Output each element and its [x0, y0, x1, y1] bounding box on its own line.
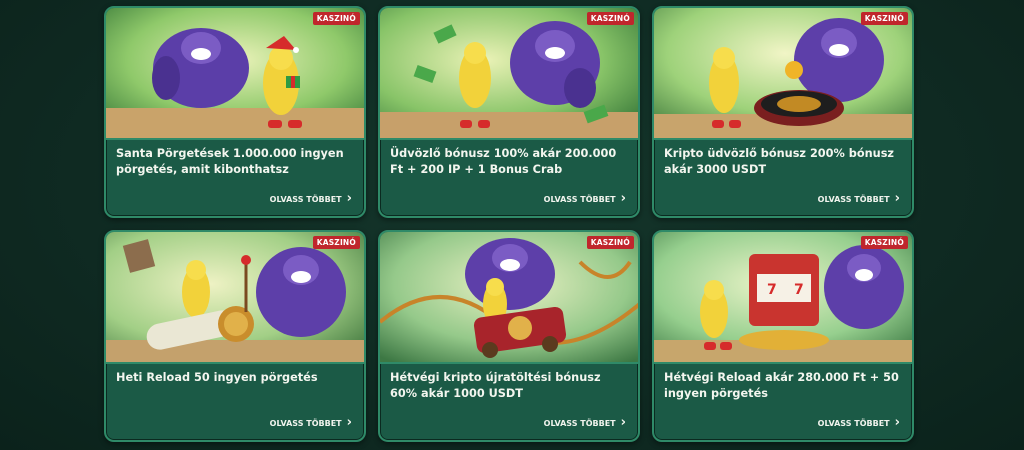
- promo-grid: KASZINÓ Santa Pörgetések 1.000.000 ingye…: [0, 0, 1024, 450]
- read-more-link[interactable]: OLVASS TÖBBET ›: [817, 191, 900, 206]
- promo-image[interactable]: KASZINÓ: [106, 8, 364, 140]
- promo-title: Santa Pörgetések 1.000.000 ingyen pörget…: [116, 147, 344, 176]
- chevron-right-icon: ›: [346, 191, 352, 206]
- chevron-right-icon: ›: [620, 415, 626, 430]
- promo-illustration: 7 7: [654, 232, 912, 362]
- casino-badge: KASZINÓ: [860, 12, 908, 25]
- promo-title: Üdvözlő bónusz 100% akár 200.000 Ft + 20…: [390, 147, 617, 176]
- read-more-label: OLVASS TÖBBET: [269, 194, 342, 204]
- casino-badge: KASZINÓ: [586, 12, 634, 25]
- promo-title: Kripto üdvözlő bónusz 200% bónusz akár 3…: [664, 147, 895, 176]
- promo-illustration: [380, 8, 638, 138]
- casino-badge: KASZINÓ: [312, 12, 360, 25]
- chevron-right-icon: ›: [620, 191, 626, 206]
- read-more-label: OLVASS TÖBBET: [817, 194, 890, 204]
- svg-text:7: 7: [767, 282, 777, 298]
- promo-illustration: [654, 8, 912, 138]
- promo-image[interactable]: 7 7 KASZINÓ: [654, 232, 912, 364]
- svg-text:7: 7: [794, 282, 804, 298]
- promo-illustration: [380, 232, 638, 362]
- promo-card[interactable]: KASZINÓ Hétvégi kripto újratöltési bónus…: [378, 230, 640, 442]
- promo-image[interactable]: KASZINÓ: [380, 232, 638, 364]
- promo-illustration: [106, 232, 364, 362]
- read-more-link[interactable]: OLVASS TÖBBET ›: [543, 191, 626, 206]
- chevron-right-icon: ›: [346, 415, 352, 430]
- promo-image[interactable]: KASZINÓ: [380, 8, 638, 140]
- chevron-right-icon: ›: [894, 415, 900, 430]
- promo-illustration: [106, 8, 364, 138]
- read-more-label: OLVASS TÖBBET: [269, 418, 342, 428]
- read-more-label: OLVASS TÖBBET: [543, 194, 616, 204]
- read-more-link[interactable]: OLVASS TÖBBET ›: [269, 191, 352, 206]
- promo-image[interactable]: KASZINÓ: [106, 232, 364, 364]
- chevron-right-icon: ›: [894, 191, 900, 206]
- promo-image[interactable]: KASZINÓ: [654, 8, 912, 140]
- promo-card[interactable]: KASZINÓ Santa Pörgetések 1.000.000 ingye…: [104, 6, 366, 218]
- promo-card[interactable]: KASZINÓ Heti Reload 50 ingyen pörgetés O…: [104, 230, 366, 442]
- read-more-label: OLVASS TÖBBET: [817, 418, 890, 428]
- read-more-link[interactable]: OLVASS TÖBBET ›: [817, 415, 900, 430]
- casino-badge: KASZINÓ: [586, 236, 634, 249]
- promo-title: Hétvégi kripto újratöltési bónusz 60% ak…: [390, 371, 601, 400]
- read-more-link[interactable]: OLVASS TÖBBET ›: [543, 415, 626, 430]
- promo-card[interactable]: 7 7 KASZINÓ Hétvégi Reload akár 280.000 …: [652, 230, 914, 442]
- casino-badge: KASZINÓ: [860, 236, 908, 249]
- promo-card[interactable]: KASZINÓ Kripto üdvözlő bónusz 200% bónus…: [652, 6, 914, 218]
- read-more-label: OLVASS TÖBBET: [543, 418, 616, 428]
- promo-title: Hétvégi Reload akár 280.000 Ft + 50 ingy…: [664, 371, 899, 400]
- read-more-link[interactable]: OLVASS TÖBBET ›: [269, 415, 352, 430]
- promo-card[interactable]: KASZINÓ Üdvözlő bónusz 100% akár 200.000…: [378, 6, 640, 218]
- casino-badge: KASZINÓ: [312, 236, 360, 249]
- promo-title: Heti Reload 50 ingyen pörgetés: [116, 371, 318, 384]
